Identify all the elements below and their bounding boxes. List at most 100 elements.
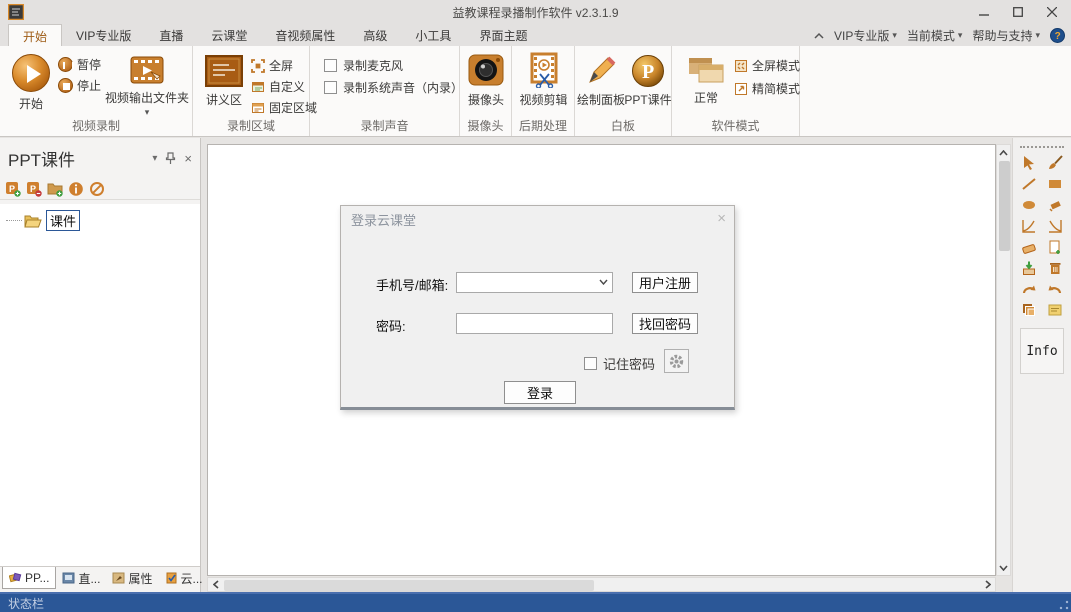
tree-item-courseware[interactable]: 课件 — [0, 204, 200, 231]
custom-area-button[interactable]: 自定义 — [251, 78, 305, 95]
maximize-button[interactable] — [1001, 0, 1035, 24]
group-label: 视频录制 — [0, 117, 192, 134]
ellipse-tool-button[interactable] — [1017, 196, 1041, 213]
courseware-tree: 课件 — [0, 204, 200, 566]
scroll-right-arrow[interactable] — [981, 578, 994, 591]
disable-icon[interactable] — [89, 181, 105, 197]
layers-tool-button[interactable] — [1017, 301, 1041, 318]
folder-open-icon — [24, 214, 42, 228]
dialog-close-icon[interactable]: × — [717, 210, 726, 227]
fullscreen-area-button[interactable]: 全屏 — [251, 57, 293, 74]
status-bar: 状态栏 — [0, 592, 1071, 612]
panel-tab-live[interactable]: 直... — [56, 567, 106, 589]
record-mic-checkbox[interactable]: 录制麦克风 — [324, 57, 403, 74]
panel-tab-cloud[interactable]: 云... — [159, 567, 209, 589]
add-ppt-icon[interactable]: P — [5, 181, 21, 197]
tab-tools[interactable]: 小工具 — [401, 24, 465, 46]
dialog-title-bar[interactable]: 登录云课堂 — [341, 206, 734, 232]
record-system-audio-checkbox[interactable]: 录制系统声音（内录） — [324, 79, 463, 96]
help-support-menu[interactable]: 帮助与支持 ▾ — [972, 27, 1040, 44]
tab-start[interactable]: 开始 — [8, 24, 62, 46]
rectangle-tool-button[interactable] — [1043, 175, 1067, 192]
scroll-down-arrow[interactable] — [997, 561, 1010, 574]
pause-record-button[interactable]: 暂停 — [58, 56, 101, 73]
group-camera: 摄像头 摄像头 — [460, 46, 512, 136]
live-tab-icon — [62, 572, 75, 584]
tab-cloud-class[interactable]: 云课堂 — [197, 24, 261, 46]
recover-password-button[interactable]: 找回密码 — [632, 313, 698, 334]
curve-axes-icon — [1021, 218, 1037, 234]
minimize-button[interactable] — [967, 0, 1001, 24]
lecture-area-button[interactable]: 讲义区 — [200, 54, 248, 108]
settings-button[interactable] — [664, 349, 689, 373]
current-mode-menu[interactable]: 当前模式 ▾ — [907, 27, 963, 44]
tab-av-properties[interactable]: 音视频属性 — [261, 24, 349, 46]
tab-advanced[interactable]: 高级 — [349, 24, 401, 46]
brush-tool-button[interactable] — [1043, 154, 1067, 171]
fixed-area-button[interactable]: 固定区域 — [251, 99, 317, 116]
panel-tab-ppt[interactable]: PP... — [2, 567, 56, 589]
info-icon[interactable] — [68, 181, 84, 197]
remember-password-checkbox[interactable]: 记住密码 — [584, 354, 655, 373]
horizontal-scroll-thumb[interactable] — [224, 580, 594, 591]
tab-theme[interactable]: 界面主题 — [465, 24, 541, 46]
login-button[interactable]: 登录 — [504, 381, 576, 404]
redo-tool-button[interactable] — [1017, 280, 1041, 297]
fullscreen-mode-button[interactable]: 全屏模式 — [734, 57, 800, 74]
account-input[interactable] — [457, 273, 612, 292]
group-label: 白板 — [575, 117, 671, 134]
account-combobox[interactable] — [456, 272, 613, 293]
password-field[interactable] — [456, 313, 613, 334]
help-icon[interactable]: ? — [1050, 28, 1065, 43]
video-output-folder-button[interactable]: 视频输出文件夹 ▾ — [104, 54, 190, 115]
tree-item-label: 课件 — [46, 210, 80, 231]
group-label: 软件模式 — [672, 117, 799, 134]
close-button[interactable] — [1035, 0, 1069, 24]
save-tool-button[interactable] — [1017, 259, 1041, 276]
redo-icon — [1021, 281, 1037, 297]
note-tool-button[interactable] — [1043, 301, 1067, 318]
video-edit-button[interactable]: 视频剪辑 — [515, 52, 572, 108]
pin-icon[interactable] — [165, 152, 176, 165]
normal-mode-button[interactable]: 正常 — [684, 54, 728, 106]
stop-record-button[interactable]: 停止 — [58, 77, 101, 94]
panel-tab-properties[interactable]: 属性 — [106, 567, 158, 589]
fill-tool-button[interactable] — [1043, 196, 1067, 213]
tab-vip[interactable]: VIP专业版 — [62, 24, 145, 46]
delete-tool-button[interactable] — [1043, 259, 1067, 276]
remove-ppt-icon[interactable]: P — [26, 181, 42, 197]
scroll-up-arrow[interactable] — [997, 146, 1010, 159]
stop-icon — [58, 78, 73, 93]
info-tool-button[interactable]: Info — [1020, 328, 1064, 374]
tab-live[interactable]: 直播 — [145, 24, 197, 46]
vertical-scroll-thumb[interactable] — [999, 161, 1010, 251]
register-button[interactable]: 用户注册 — [632, 272, 698, 293]
add-folder-icon[interactable] — [47, 181, 63, 197]
panel-menu-chevron-icon[interactable]: ▾ — [152, 153, 157, 164]
password-input[interactable] — [457, 314, 612, 333]
start-record-button[interactable]: 开始 — [8, 54, 54, 112]
toolbar-grip[interactable] — [1020, 146, 1064, 148]
undo-tool-button[interactable] — [1043, 280, 1067, 297]
vip-menu[interactable]: VIP专业版 ▾ — [834, 27, 897, 44]
scroll-left-arrow[interactable] — [209, 578, 222, 591]
eraser-tool-button[interactable] — [1017, 238, 1041, 255]
ppt-courseware-button[interactable]: P PPT课件 — [625, 54, 671, 108]
new-page-tool-button[interactable] — [1043, 238, 1067, 255]
select-tool-button[interactable] — [1017, 154, 1041, 171]
windows-cascade-icon — [687, 54, 725, 86]
collapse-ribbon-icon[interactable] — [814, 32, 824, 39]
curve-tool-button[interactable] — [1017, 217, 1041, 234]
info-label: Info — [1026, 344, 1057, 359]
simple-mode-button[interactable]: 精简模式 — [734, 80, 800, 97]
line-tool-button[interactable] — [1017, 175, 1041, 192]
vertical-scrollbar[interactable] — [996, 144, 1011, 576]
camera-button[interactable]: 摄像头 — [464, 52, 508, 108]
panel-close-icon[interactable]: × — [184, 151, 192, 166]
draw-panel-button[interactable]: 绘制面板 — [577, 54, 625, 108]
maximize-icon — [1013, 7, 1023, 17]
resize-grip[interactable] — [1059, 600, 1069, 610]
horizontal-scrollbar[interactable] — [207, 577, 996, 592]
combo-chevron-icon[interactable] — [599, 279, 608, 285]
curve2-tool-button[interactable] — [1043, 217, 1067, 234]
